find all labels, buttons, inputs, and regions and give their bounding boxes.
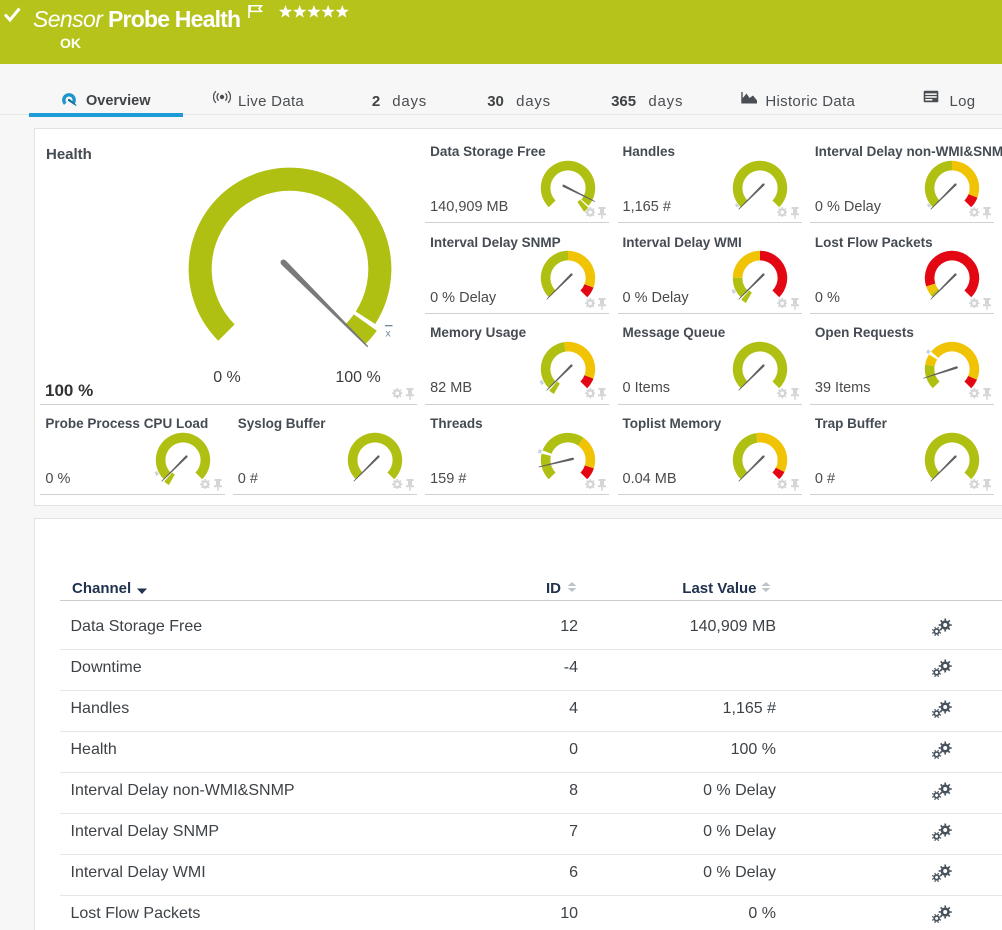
svg-text:x: x [385,328,391,340]
